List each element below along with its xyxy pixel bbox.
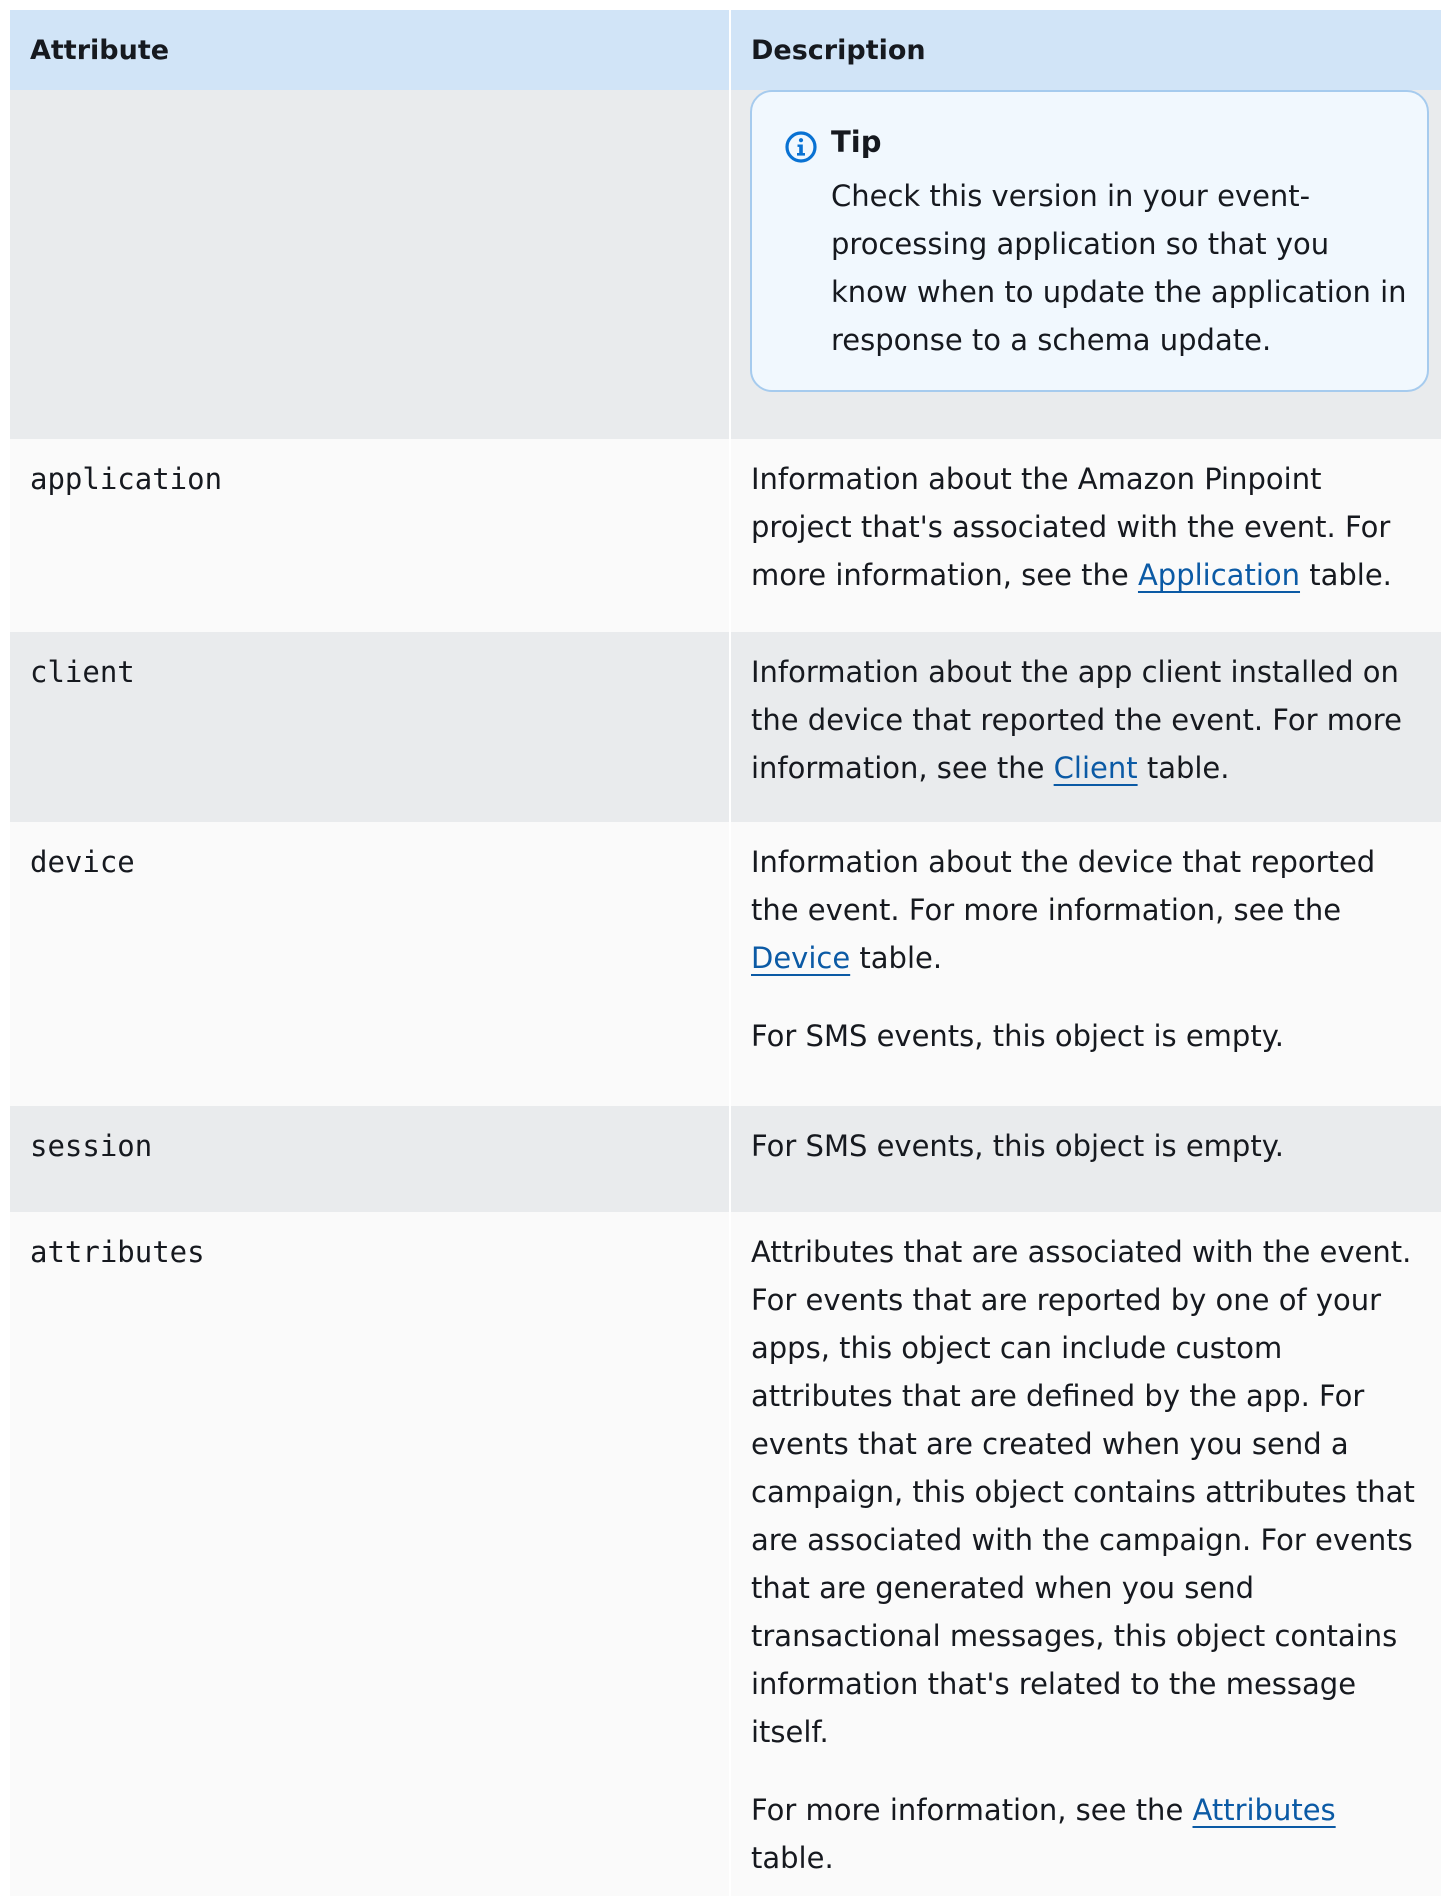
description-cell: For SMS events, this object is empty. <box>729 1106 1441 1212</box>
attribute-name: application <box>10 439 730 632</box>
description-cell: Tip Check this version in your event-pro… <box>729 90 1441 439</box>
description-text: Information about the app client install… <box>751 648 1421 792</box>
table-header-row: Attribute Description <box>10 10 1441 90</box>
attribute-cell-empty <box>10 90 730 439</box>
tip-callout: Tip Check this version in your event-pro… <box>750 90 1429 392</box>
client-table-link[interactable]: Client <box>1054 751 1138 785</box>
description-text-part: table. <box>850 941 943 975</box>
tip-text: Check this version in your event-process… <box>831 179 1407 357</box>
description-text-part: table. <box>1300 558 1392 592</box>
info-circle-icon <box>785 131 817 163</box>
description-text-part: Information about the device that report… <box>751 845 1376 927</box>
header-attribute: Attribute <box>10 10 730 90</box>
sms-note: For SMS events, this object is empty. <box>751 1019 1284 1053</box>
attributes-table-link[interactable]: Attributes <box>1193 1793 1336 1827</box>
description-cell: Information about the device that report… <box>729 822 1441 1106</box>
attribute-name: attributes <box>10 1212 730 1896</box>
device-table-link[interactable]: Device <box>751 941 850 975</box>
description-text: Attributes that are associated with the … <box>751 1235 1415 1749</box>
description-text: For SMS events, this object is empty. <box>751 1129 1284 1163</box>
table-row: attributes Attributes that are associate… <box>10 1212 1441 1896</box>
table-row: Tip Check this version in your event-pro… <box>10 90 1441 439</box>
attributes-table-container: Attribute Description Tip Check this ver… <box>10 10 1441 1896</box>
description-text-part: table. <box>1137 751 1230 785</box>
description-text: Information about the device that report… <box>751 838 1421 982</box>
table-row: device Information about the device that… <box>10 822 1441 1106</box>
description-cell: Information about the Amazon Pinpoint pr… <box>729 439 1441 632</box>
description-cell: Attributes that are associated with the … <box>729 1212 1441 1896</box>
attribute-name: device <box>10 822 730 1106</box>
description-text: Information about the Amazon Pinpoint pr… <box>751 455 1421 599</box>
more-info-text: For more information, see the Attributes… <box>751 1786 1421 1882</box>
table-row: application Information about the Amazon… <box>10 439 1441 632</box>
attribute-name: session <box>10 1106 730 1212</box>
table-row: session For SMS events, this object is e… <box>10 1106 1441 1212</box>
attributes-table: Attribute Description Tip Check this ver… <box>10 10 1441 1896</box>
description-text-part: For more information, see the <box>751 1793 1193 1827</box>
application-table-link[interactable]: Application <box>1138 558 1300 592</box>
description-cell: Information about the app client install… <box>729 632 1441 822</box>
table-row: client Information about the app client … <box>10 632 1441 822</box>
header-description: Description <box>729 10 1441 90</box>
tip-title: Tip <box>831 125 882 159</box>
attribute-name: client <box>10 632 730 822</box>
description-text-part: table. <box>751 1841 834 1875</box>
